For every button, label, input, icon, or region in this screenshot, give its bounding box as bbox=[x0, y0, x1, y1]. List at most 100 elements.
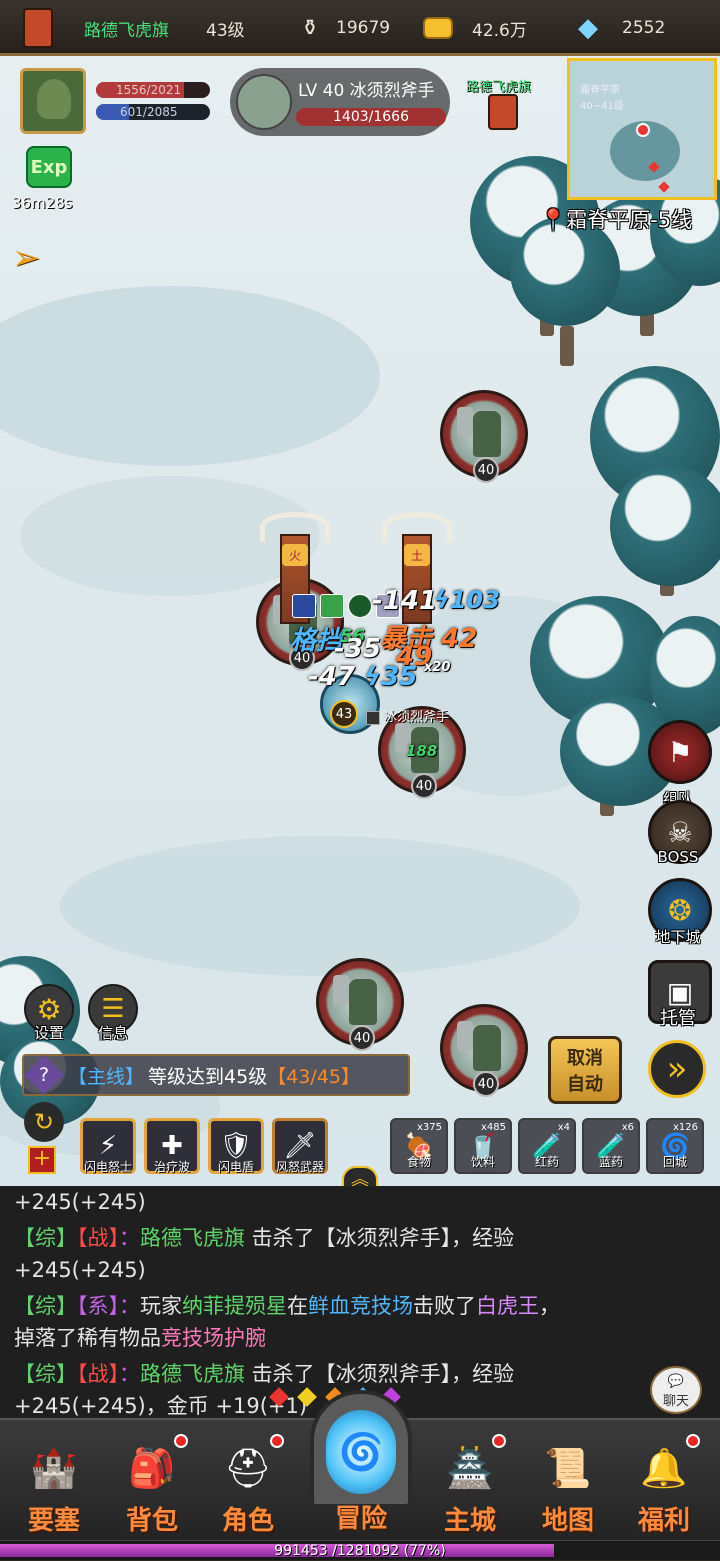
location-label[interactable]: 📍霜脊平原-5线 bbox=[540, 204, 692, 234]
notification-dot bbox=[270, 1434, 284, 1448]
helmet-icon: ⛑ bbox=[223, 1445, 273, 1490]
chat-item-name[interactable]: 竞技场护腕 bbox=[161, 1326, 266, 1350]
refresh-skills-button[interactable]: ↻ bbox=[24, 1102, 64, 1142]
refresh-icon: ↻ bbox=[33, 1108, 55, 1136]
chat-text: 击败了 bbox=[413, 1294, 476, 1318]
notification-dot bbox=[492, 1434, 506, 1448]
enemy-unit[interactable]: 40 bbox=[440, 1004, 528, 1097]
player-name: 路德飞虎旗 bbox=[84, 20, 169, 41]
backpack-icon: 🎒 bbox=[128, 1445, 176, 1490]
skill-2-name: 治疗波 bbox=[153, 1160, 190, 1174]
item-name: 食物 bbox=[406, 1155, 431, 1169]
item-count: x6 bbox=[621, 1122, 634, 1133]
item-name: 红药 bbox=[534, 1155, 559, 1169]
channel-tag: 【综】 bbox=[14, 1362, 77, 1386]
chat-text: 在 bbox=[287, 1294, 308, 1318]
buff-shield-icon bbox=[292, 594, 316, 618]
buff-heal-icon bbox=[320, 594, 344, 618]
player-avatar[interactable] bbox=[20, 68, 86, 134]
notification-dot bbox=[174, 1434, 188, 1448]
dungeon-label: 地下城 bbox=[655, 928, 701, 946]
item-return-town[interactable]: x126 🌀 回城 bbox=[646, 1118, 704, 1174]
skill-3-name: 闪电盾 bbox=[217, 1160, 254, 1174]
target-portrait bbox=[236, 74, 292, 130]
fast-forward-button[interactable]: » bbox=[648, 1040, 706, 1098]
mana-number-value: 35 bbox=[381, 662, 418, 692]
heal-wave-icon: ✚ bbox=[161, 1131, 183, 1161]
chat-log[interactable]: +245(+245) 【综】【战】：路德飞虎旗 击杀了【冰须烈斧手】，经验 +2… bbox=[0, 1186, 720, 1418]
enemy-unit[interactable]: 40 bbox=[316, 958, 404, 1051]
quest-tracker[interactable]: ? 【主线】 等级达到45级 【43/45】 bbox=[22, 1054, 410, 1096]
guild-totem-icon[interactable] bbox=[18, 0, 58, 56]
chat-place-name[interactable]: 鲜血竞技场 bbox=[308, 1294, 413, 1318]
minimap[interactable]: 霜脊平原 40~41级 bbox=[567, 58, 717, 200]
item-drink[interactable]: x485 🥤 饮料 bbox=[454, 1118, 512, 1174]
chat-player-name[interactable]: 纳菲提殒星 bbox=[182, 1294, 287, 1318]
item-name: 饮料 bbox=[470, 1155, 495, 1169]
chat-boss-name[interactable]: 白虎王 bbox=[476, 1294, 539, 1318]
buff-nature-icon bbox=[348, 594, 372, 618]
expand-chat-button[interactable]: ︽ bbox=[342, 1166, 378, 1186]
chat-separator: ： bbox=[119, 1294, 140, 1318]
location-pin-icon: 📍 bbox=[540, 208, 567, 232]
team-button[interactable]: ⚑ bbox=[648, 720, 712, 784]
target-hp: 1403/1666 bbox=[296, 108, 446, 126]
cancel-auto-button[interactable]: 取消 自动 bbox=[548, 1036, 622, 1104]
item-blue-potion[interactable]: x6 🧪 蓝药 bbox=[582, 1118, 640, 1174]
scroll-map-icon: 📜 bbox=[544, 1445, 592, 1490]
nav-backpack[interactable]: 🎒 背包 bbox=[104, 1420, 200, 1544]
enemy-level: 40 bbox=[473, 1071, 499, 1097]
nav-main-city[interactable]: 🏯 主城 bbox=[422, 1420, 518, 1544]
nav-welfare[interactable]: 🔔 福利 bbox=[616, 1420, 712, 1544]
target-frame[interactable]: LV 40 冰须烈斧手 1403/1666 bbox=[230, 68, 450, 136]
lightning-icon: ⚡ bbox=[98, 1131, 118, 1161]
item-red-potion[interactable]: x4 🧪 红药 bbox=[518, 1118, 576, 1174]
item-name: 蓝药 bbox=[598, 1155, 623, 1169]
auto-manage-label: 托管 bbox=[660, 1008, 696, 1029]
chat-separator: ： bbox=[119, 1226, 140, 1250]
chat-player-name[interactable]: 路德飞虎旗 bbox=[140, 1226, 245, 1250]
exp-boost-icon[interactable]: Exp bbox=[26, 146, 72, 188]
chevron-up-icon: ︽ bbox=[351, 1169, 369, 1186]
item-count: x375 bbox=[416, 1122, 442, 1133]
nav-label: 冒险 bbox=[334, 1504, 387, 1534]
player-level-badge: 43 bbox=[330, 700, 358, 728]
cancel-auto-line2: 自动 bbox=[567, 1074, 603, 1095]
nav-map[interactable]: 📜 地图 bbox=[520, 1420, 616, 1544]
chat-player-name[interactable]: 路德飞虎旗 bbox=[140, 1362, 245, 1386]
item-food[interactable]: x375 🍖 食物 bbox=[390, 1118, 448, 1174]
nav-character[interactable]: ⛑ 角色 bbox=[200, 1420, 296, 1544]
dungeon-icon: ❂ bbox=[668, 893, 692, 927]
item-count: x485 bbox=[480, 1122, 506, 1133]
gold-icon[interactable] bbox=[418, 0, 458, 56]
fortress-icon: 🏰 bbox=[30, 1445, 78, 1490]
enemy-unit[interactable]: 40 bbox=[440, 390, 528, 483]
target-guild-icon bbox=[488, 94, 518, 130]
chat-message: 【综】【战】：路德飞虎旗 击杀了【冰须烈斧手】，经验 +245(+245) bbox=[14, 1222, 706, 1286]
player-hp-bar: 1556/2021 bbox=[96, 82, 210, 98]
chat-text: ， bbox=[539, 1294, 560, 1318]
chat-open-button[interactable]: 💬 聊天 bbox=[650, 1366, 702, 1414]
menu-icon: ☰ bbox=[101, 994, 125, 1024]
info-label: 信息 bbox=[97, 1024, 128, 1042]
chat-message: 【综】【系】：玩家纳菲提殒星在鲜血竞技场击败了白虎王， 掉落了稀有物品竞技场护腕 bbox=[14, 1290, 706, 1354]
nav-label: 福利 bbox=[637, 1506, 690, 1536]
player-target-tag: 冰须烈斧手 bbox=[366, 706, 449, 725]
nameplate-guild-icon bbox=[366, 710, 380, 725]
mana-number: ϟ103 bbox=[434, 586, 500, 614]
boss-label: BOSS bbox=[657, 848, 699, 866]
game-map[interactable]: 1556/2021 601/2085 Exp 36m28s ➢ LV 40 冰须… bbox=[0, 56, 720, 1186]
xp-bar: 991453 /1281092 (77%) bbox=[0, 1540, 720, 1560]
expand-arrow-icon[interactable]: ➢ bbox=[12, 238, 41, 278]
chat-separator: ： bbox=[119, 1362, 140, 1386]
channel-tag: 【战】 bbox=[77, 1226, 119, 1250]
diamond-icon[interactable]: ◆ bbox=[568, 0, 608, 56]
portal-icon: 🌀 bbox=[326, 1410, 396, 1494]
chat-open-label: 聊天 bbox=[662, 1394, 689, 1409]
totem-fire-symbol: 火 bbox=[282, 544, 308, 566]
honor-count: 19679 bbox=[336, 18, 391, 38]
nav-adventure[interactable]: 🌀 冒险 bbox=[306, 1390, 416, 1544]
add-skill-button[interactable]: + bbox=[28, 1146, 56, 1174]
nav-fortress[interactable]: 🏰 要塞 bbox=[6, 1420, 102, 1544]
target-title: LV 40 冰须烈斧手 bbox=[298, 81, 435, 101]
